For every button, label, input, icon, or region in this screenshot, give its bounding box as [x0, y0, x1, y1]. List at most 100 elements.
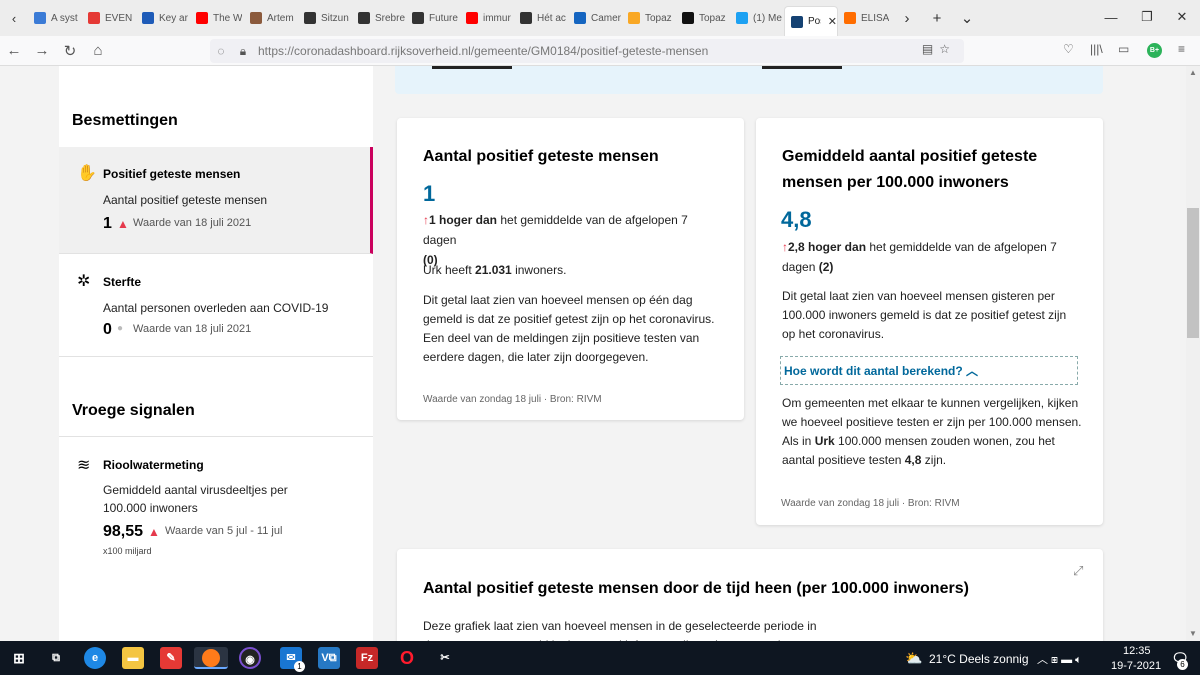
firefox-icon[interactable] [194, 647, 228, 669]
media-player-icon[interactable]: ◉ [239, 647, 261, 669]
tab-favicon-icon [412, 12, 424, 24]
top-banner [395, 66, 1103, 94]
sidebar-toggle-icon[interactable]: ▭ [1118, 42, 1129, 56]
browser-tab[interactable]: Camer [568, 0, 622, 36]
tab-label: Future [429, 12, 458, 24]
home-button[interactable]: ⌂ [84, 42, 112, 59]
browser-tab[interactable]: EVEN [82, 0, 136, 36]
browser-tab[interactable]: Pos ✕ [784, 6, 838, 36]
notification-badge: 6 [1177, 659, 1188, 670]
back-button[interactable]: ← [0, 42, 28, 59]
browser-tab[interactable]: Key ar [136, 0, 190, 36]
tab-favicon-icon [844, 12, 856, 24]
edge-icon[interactable]: e [84, 647, 106, 669]
tab-label: Hét ac [537, 12, 566, 24]
mail-badge: 1 [294, 661, 305, 672]
menu-icon[interactable]: ≡ [1178, 42, 1185, 56]
card-value: 4,8 [781, 207, 812, 232]
page-scrollbar[interactable]: ▲ ▼ [1186, 66, 1200, 641]
card-source: Waarde van zondag 18 juli · Bron: RIVM [423, 394, 602, 405]
how-text-val: 4,8 [904, 453, 922, 467]
browser-tab[interactable]: Artem [244, 0, 298, 36]
browser-tab[interactable]: A syst [28, 0, 82, 36]
sidebar-item-sterfte[interactable]: ✲ Sterfte Aantal personen overleden aan … [59, 254, 373, 357]
browser-tab[interactable]: Topaz [622, 0, 676, 36]
tab-list-chevron-icon[interactable]: ⌄ [952, 9, 982, 27]
card-description: Deze grafiek laat zien van hoeveel mense… [423, 619, 821, 641]
pocket-icon[interactable]: ♡ [1063, 42, 1074, 56]
start-icon[interactable]: ⊞ [8, 647, 30, 669]
cmp-prev: (2) [818, 260, 834, 274]
address-bar[interactable]: ◌ 🔒︎ https://coronadashboard.rijksoverhe… [210, 39, 964, 63]
pdf-reader-icon[interactable]: ✎ [160, 647, 182, 669]
sidebar: Besmettingen ✋ Positief geteste mensen A… [59, 66, 373, 641]
library-icon[interactable]: |||\ [1090, 42, 1103, 56]
section-title-vroege-signalen: Vroege signalen [72, 402, 195, 419]
how-calculated-toggle[interactable]: Hoe wordt dit aantal berekend? ︿ [780, 356, 1078, 385]
card-title: Gemiddeld aantal positief geteste mensen… [782, 148, 1038, 191]
lock-icon[interactable]: 🔒︎ [232, 44, 254, 59]
system-tray-icons[interactable]: ︿ ⧆ ▬ 🔈︎ [1037, 651, 1082, 667]
page-content: Besmettingen ✋ Positief geteste mensen A… [0, 66, 1186, 641]
tab-scroll-right-icon[interactable]: › [892, 10, 922, 27]
vscode-icon[interactable]: V⧉ [318, 647, 340, 669]
sidebar-item-desc: Gemiddeld aantal virusdeeltjes per 100.0… [103, 483, 288, 515]
tab-favicon-icon [682, 12, 694, 24]
card-over-time: Aantal positief geteste mensen door de t… [397, 549, 1103, 641]
sidebar-item-rioolwatermeting[interactable]: ≋ Rioolwatermeting Gemiddeld aantal viru… [59, 436, 373, 566]
tab-label: A syst [51, 12, 78, 24]
browser-tab[interactable]: Future [406, 0, 460, 36]
snip-tool-icon[interactable]: ✂ [434, 647, 456, 669]
browser-tab[interactable]: ELISA [838, 0, 892, 36]
sidebar-item-title: Sterfte [103, 275, 142, 289]
minimize-button[interactable]: — [1093, 0, 1129, 34]
scroll-up-icon[interactable]: ▲ [1186, 68, 1200, 77]
reader-bookmark-icons[interactable]: ▤☆ [922, 42, 956, 56]
clock-time[interactable]: 12:35 [1123, 645, 1151, 657]
extension-icon[interactable]: B+ [1147, 43, 1162, 58]
scroll-down-icon[interactable]: ▼ [1186, 629, 1200, 638]
card-description: Dit getal laat zien van hoeveel mensen o… [423, 293, 715, 364]
scrollbar-thumb[interactable] [1187, 208, 1199, 338]
tab-favicon-icon [628, 12, 640, 24]
taskbar: ⊞ ⧉ e ▬ ✎ ◉ ✉ 1 V⧉ Fz O ✂ ⛅ 21°C Deels z… [0, 641, 1200, 675]
weather-icon[interactable]: ⛅ [903, 647, 925, 669]
task-view-icon[interactable]: ⧉ [45, 647, 67, 669]
file-explorer-icon[interactable]: ▬ [122, 647, 144, 669]
cmp-bold: 1 hoger dan [429, 213, 498, 227]
tab-label: (1) Me [753, 12, 782, 24]
weather-text[interactable]: 21°C Deels zonnig [929, 652, 1029, 666]
browser-tab[interactable]: (1) Me [730, 0, 784, 36]
tab-close-icon[interactable]: ✕ [828, 15, 837, 28]
card-value: 1 [423, 181, 436, 206]
browser-tab[interactable]: immur [460, 0, 514, 36]
browser-tab[interactable]: Hét ac [514, 0, 568, 36]
tab-favicon-icon [574, 12, 586, 24]
tab-label: ELISA [861, 12, 890, 24]
restore-button[interactable]: ❐ [1129, 0, 1165, 34]
expand-icon[interactable]: ⤢ [1073, 563, 1083, 579]
card-title: Aantal positief geteste mensen door de t… [423, 580, 969, 597]
arrow-up-icon: ▲ [117, 217, 129, 231]
sidebar-item-title: Rioolwatermeting [103, 458, 204, 472]
tab-scroll-left-icon[interactable]: ‹ [0, 11, 28, 26]
new-tab-button[interactable]: + [922, 10, 952, 27]
close-window-button[interactable]: ✕ [1164, 0, 1200, 34]
url-text[interactable]: https://coronadashboard.rijksoverheid.nl… [258, 44, 708, 58]
browser-tab[interactable]: Sitzun [298, 0, 352, 36]
inh-prefix: Urk heeft [423, 263, 476, 277]
reload-button[interactable]: ↻ [56, 42, 84, 60]
tab-favicon-icon [736, 12, 748, 24]
banner-block [432, 66, 512, 69]
clock-date[interactable]: 19-7-2021 [1111, 660, 1161, 672]
browser-tab[interactable]: Topaz [676, 0, 730, 36]
filezilla-icon[interactable]: Fz [356, 647, 378, 669]
tab-label: Pos [808, 16, 821, 27]
browser-tab[interactable]: Srebre [352, 0, 406, 36]
sidebar-item-positief-geteste-mensen[interactable]: ✋ Positief geteste mensen Aantal positie… [59, 147, 373, 254]
forward-button[interactable]: → [28, 42, 56, 59]
inh-suffix: inwoners. [511, 263, 567, 277]
opera-icon[interactable]: O [396, 647, 418, 669]
shield-icon[interactable]: ◌ [210, 44, 232, 58]
browser-tab[interactable]: The W [190, 0, 244, 36]
